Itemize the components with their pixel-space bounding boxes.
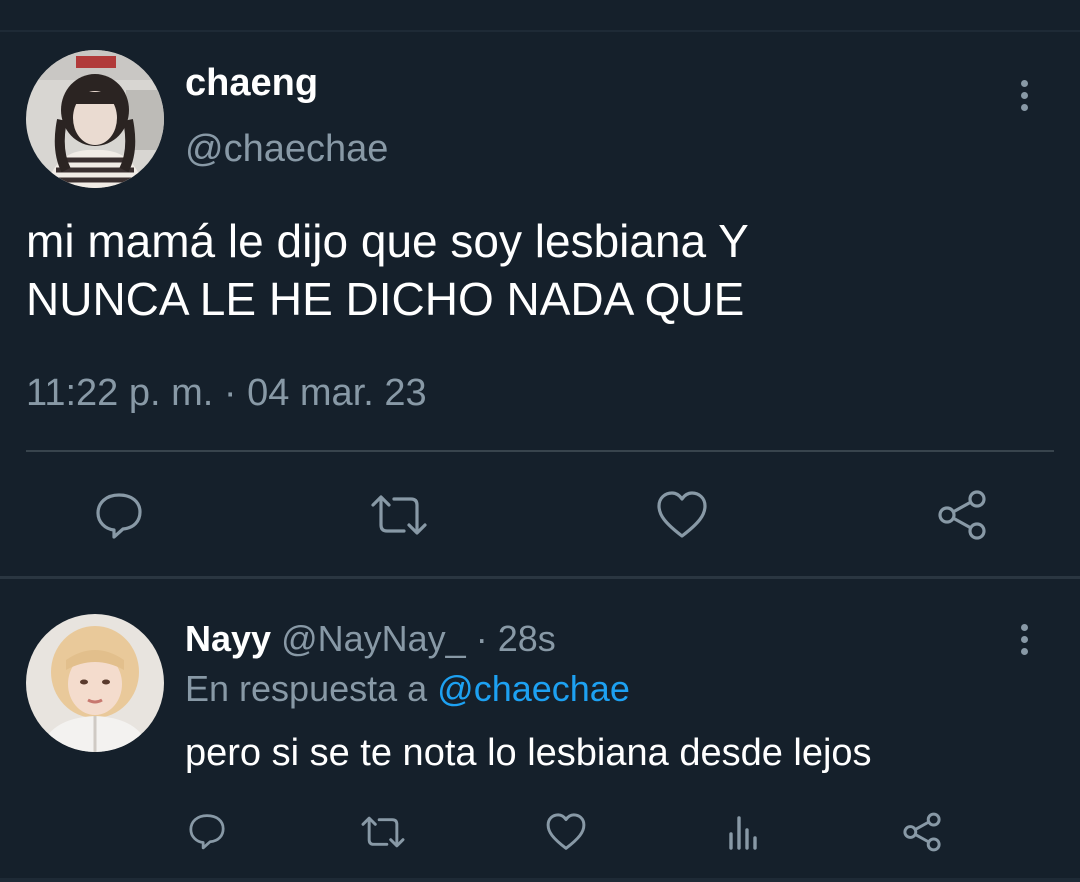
reply-context-label: En respuesta a [185, 668, 438, 709]
section-divider [0, 576, 1080, 579]
bottom-divider [0, 878, 1080, 882]
tweet-time: 11:22 p. m. [26, 372, 214, 414]
reply-mention-link[interactable]: @chaechae [437, 668, 630, 709]
like-icon[interactable] [544, 810, 588, 854]
tweet-text: mi mamá le dijo que soy lesbiana Y NUNCA… [26, 212, 1026, 328]
tweet-text-line: NUNCA LE HE DICHO NADA QUE [26, 273, 745, 325]
reply-text: pero si se te nota lo lesbiana desde lej… [185, 732, 872, 774]
avatar[interactable] [26, 614, 164, 752]
top-divider [0, 30, 1080, 32]
tweet-timestamp[interactable]: 11:22 p. m. · 04 mar. 23 [26, 372, 427, 415]
reply-meta-separator: · [465, 618, 498, 659]
timestamp-separator: · [213, 372, 248, 414]
author-handle[interactable]: @chaechae [185, 128, 388, 171]
more-options-icon[interactable] [1020, 80, 1028, 111]
reply-author-handle[interactable]: @NayNay_ [281, 618, 466, 659]
reply-icon[interactable] [186, 808, 228, 854]
reply-icon[interactable] [92, 488, 146, 542]
reply-author-name[interactable]: Nayy [185, 618, 271, 659]
tweet-detail-screen: chaeng @chaechae mi mamá le dijo que soy… [0, 0, 1080, 882]
like-icon[interactable] [654, 488, 710, 542]
author-name[interactable]: chaeng [185, 62, 318, 105]
analytics-icon[interactable] [724, 810, 764, 854]
divider [26, 450, 1054, 452]
tweet-text-line: mi mamá le dijo que soy lesbiana Y [26, 215, 749, 267]
share-icon[interactable] [934, 488, 990, 542]
reply-header: Nayy @NayNay_ · 28s [185, 618, 556, 660]
share-icon[interactable] [900, 810, 944, 854]
tweet-date: 04 mar. 23 [247, 372, 427, 414]
reply-age: 28s [497, 618, 556, 659]
more-options-icon[interactable] [1020, 624, 1028, 655]
retweet-icon[interactable] [368, 488, 430, 542]
retweet-icon[interactable] [358, 810, 408, 854]
avatar[interactable] [26, 50, 164, 188]
reply-context: En respuesta a @chaechae [185, 668, 630, 710]
